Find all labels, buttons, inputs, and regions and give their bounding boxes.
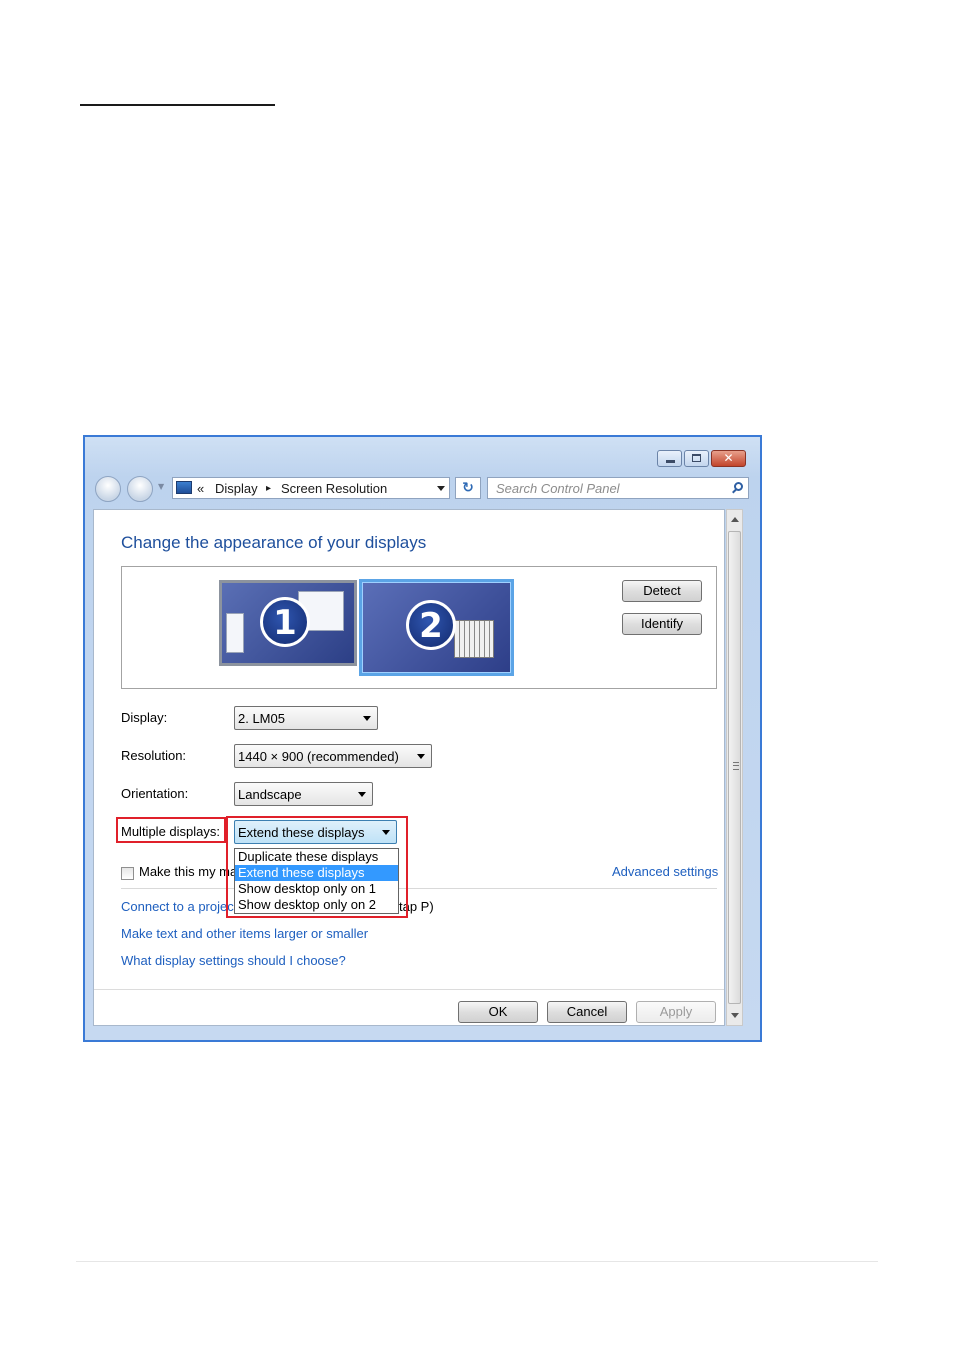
monitor-1-number: 1 (260, 597, 310, 647)
monitor-2-number: 2 (406, 600, 456, 650)
resolution-select[interactable]: 1440 × 900 (recommended) (234, 744, 432, 768)
recent-pages-chevron-down-icon[interactable]: ▼ (158, 482, 164, 491)
scrollbar-thumb[interactable] (728, 531, 741, 1004)
breadcrumb-screen-resolution[interactable]: Screen Resolution (281, 481, 387, 496)
content-pane: Change the appearance of your displays 1… (93, 509, 725, 1026)
forward-button[interactable] (127, 476, 153, 502)
chevron-down-icon (417, 754, 425, 759)
monitor-2-tile[interactable]: 2 (359, 579, 514, 676)
main-display-checkbox[interactable] (121, 867, 134, 880)
divider (121, 888, 717, 889)
text-size-link[interactable]: Make text and other items larger or smal… (121, 926, 368, 941)
apply-button[interactable]: Apply (636, 1001, 716, 1023)
chevron-down-icon (358, 792, 366, 797)
advanced-settings-link[interactable]: Advanced settings (612, 864, 718, 879)
close-icon: ✕ (723, 451, 734, 465)
highlight-multiple-displays-dropdown (226, 816, 408, 918)
desktop-window-thumbnail (226, 613, 244, 653)
orientation-label: Orientation: (121, 786, 189, 801)
breadcrumb-display[interactable]: Display (215, 481, 258, 496)
ok-button[interactable]: OK (458, 1001, 538, 1023)
monitor-1-tile[interactable]: 1 (219, 580, 357, 666)
display-help-link[interactable]: What display settings should I choose? (121, 953, 346, 968)
orientation-select-value: Landscape (238, 787, 302, 802)
navigation-bar: ▼ « Display ▸ Screen Resolution ↻ Search… (95, 475, 749, 503)
connect-projector-link[interactable]: Connect to a projec (121, 899, 234, 914)
search-placeholder: Search Control Panel (496, 481, 620, 496)
refresh-button[interactable]: ↻ (455, 477, 481, 499)
display-select-value: 2. LM05 (238, 711, 285, 726)
scroll-up-icon[interactable] (731, 517, 739, 522)
maximize-button[interactable] (684, 450, 709, 467)
refresh-icon: ↻ (462, 480, 474, 496)
chevron-down-icon (363, 716, 371, 721)
vertical-scrollbar[interactable] (726, 509, 743, 1026)
page-bottom-rule (76, 1261, 878, 1262)
cancel-button[interactable]: Cancel (547, 1001, 627, 1023)
main-display-checkbox-label: Make this my ma (139, 864, 238, 879)
identify-button[interactable]: Identify (622, 613, 702, 635)
address-bar[interactable]: « Display ▸ Screen Resolution (172, 477, 450, 499)
minimize-icon (666, 460, 675, 463)
grip-icon (733, 762, 739, 770)
display-label: Display: (121, 710, 168, 725)
minimize-button[interactable] (657, 450, 682, 467)
maximize-icon (692, 454, 701, 462)
highlight-multiple-displays-label (116, 817, 226, 843)
scroll-down-icon[interactable] (731, 1013, 739, 1018)
page-top-rule (80, 104, 275, 106)
address-dropdown-chevron-down-icon[interactable] (437, 486, 445, 491)
desktop-grid-thumbnail (454, 620, 494, 658)
back-button[interactable] (95, 476, 121, 502)
close-button[interactable]: ✕ (711, 450, 746, 467)
detect-button[interactable]: Detect (622, 580, 702, 602)
search-input[interactable]: Search Control Panel (487, 477, 749, 499)
window-controls: ✕ (657, 450, 746, 467)
display-select[interactable]: 2. LM05 (234, 706, 378, 730)
window-frame: ✕ ▼ « Display ▸ Screen Resolution ↻ Sear… (85, 437, 760, 1040)
breadcrumb-arrow-icon[interactable]: ▸ (266, 483, 271, 494)
breadcrumb-overflow[interactable]: « (197, 481, 204, 496)
resolution-select-value: 1440 × 900 (recommended) (238, 749, 399, 764)
resolution-label: Resolution: (121, 748, 187, 763)
display-control-panel-icon (176, 481, 192, 494)
monitor-arrangement-panel: 1 2 Detect Identify (121, 566, 717, 689)
screen-resolution-window: ✕ ▼ « Display ▸ Screen Resolution ↻ Sear… (83, 435, 762, 1042)
page-title: Change the appearance of your displays (121, 533, 427, 552)
search-icon[interactable] (734, 482, 743, 491)
footer-divider (94, 989, 724, 990)
orientation-select[interactable]: Landscape (234, 782, 373, 806)
